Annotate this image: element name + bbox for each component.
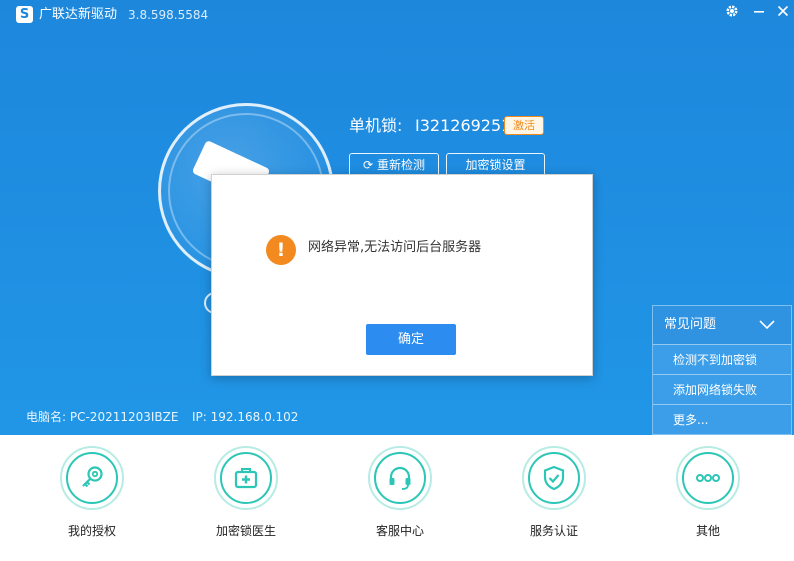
feature-label: 我的授权 [67,524,116,538]
feature-label: 加密锁医生 [215,524,276,538]
feature-circle [214,446,278,510]
app-version: 3.8.598.5584 [128,8,209,22]
headset-icon [389,466,411,490]
medical-kit-icon [234,468,258,489]
feature-circle [676,446,740,510]
faq-panel: 常见问题 检测不到加密锁 添加网络锁失败 更多... [652,305,792,435]
feature-label: 其他 [695,524,720,538]
glodon-logo-icon: S [16,6,33,23]
ok-button[interactable]: 确定 [366,324,456,355]
title-bar: S 广联达新驱动 3.8.598.5584 [0,0,794,30]
faq-item-lock-not-detected[interactable]: 检测不到加密锁 [653,344,791,374]
more-dots-icon [696,474,720,482]
shield-check-icon [543,465,565,491]
lock-doctor-button[interactable]: 加密锁医生 [196,446,296,538]
minimize-icon[interactable] [746,0,772,22]
feature-circle [368,446,432,510]
service-certification-button[interactable]: 服务认证 [504,446,604,538]
faq-title: 常见问题 [664,317,717,332]
activate-button[interactable]: 激活 [504,116,544,135]
service-center-button[interactable]: 客服中心 [350,446,450,538]
lock-id: I321269251 [415,116,512,135]
dialog-message: 网络异常,无法访问后台服务器 [308,240,482,255]
gear-icon[interactable] [719,0,745,22]
close-icon[interactable] [770,0,794,22]
lock-type-label: 单机锁: [349,116,403,135]
feature-circle [60,446,124,510]
feature-circle [522,446,586,510]
chevron-down-icon[interactable] [757,315,777,335]
other-button[interactable]: 其他 [658,446,758,538]
feature-label: 服务认证 [529,524,578,538]
key-icon [82,466,103,488]
error-dialog: ! 网络异常,无法访问后台服务器 确定 [211,174,593,376]
my-license-button[interactable]: 我的授权 [42,446,142,538]
faq-header[interactable]: 常见问题 [653,306,791,344]
app-title: 广联达新驱动 [39,7,118,22]
faq-item-more[interactable]: 更多... [653,404,791,434]
app-window: S 广联达新驱动 3.8.598.5584 单机锁: I321269251 激活… [0,0,794,561]
recheck-label: 重新检测 [377,158,426,172]
faq-item-add-network-lock-failed[interactable]: 添加网络锁失败 [653,374,791,404]
pc-name: 电脑名: PC-20211203IBZE [26,410,179,424]
ip-address: IP: 192.168.0.102 [192,410,299,424]
refresh-icon: ⟳ [362,158,374,172]
feature-label: 客服中心 [375,524,424,538]
warning-icon: ! [266,235,296,265]
feature-bar: 我的授权 加密锁医生 客服中心 服务认证 其他 [0,435,794,561]
